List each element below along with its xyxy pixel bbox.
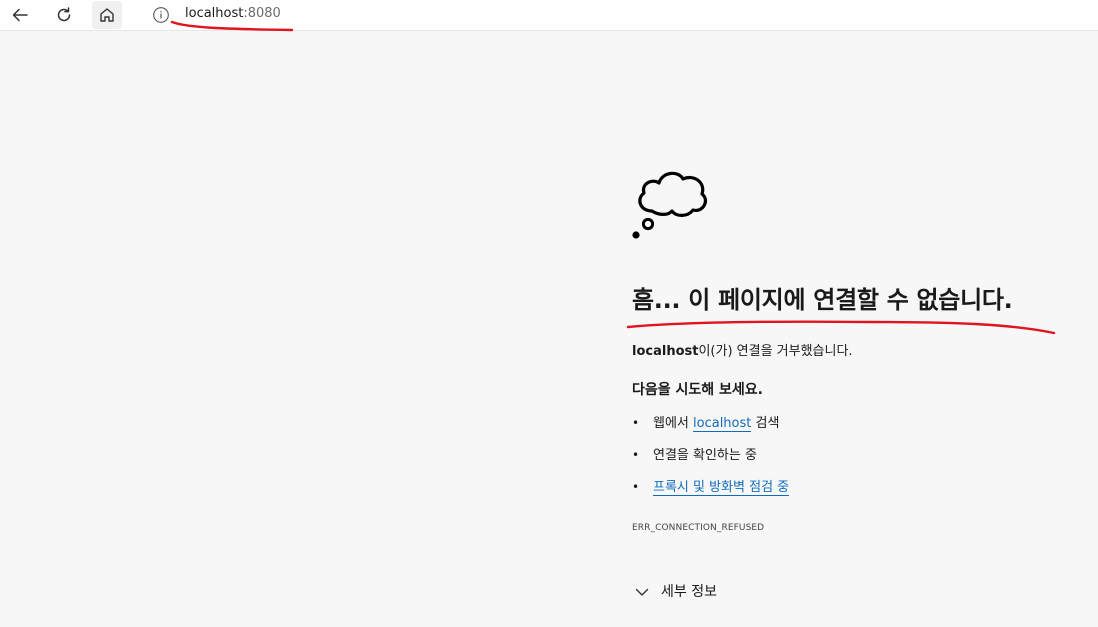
search-localhost-link[interactable]: localhost <box>693 416 752 432</box>
url-text[interactable]: localhost:8080 <box>185 6 281 22</box>
arrow-left-icon <box>12 8 28 22</box>
url-port: :8080 <box>243 6 281 21</box>
address-bar[interactable] <box>137 0 1098 29</box>
url-host: localhost <box>185 6 244 21</box>
search-prefix: 웹에서 <box>653 416 694 431</box>
refresh-button[interactable] <box>49 1 79 29</box>
error-title: 흠... 이 페이지에 연결할 수 없습니다. <box>632 286 1013 314</box>
try-heading: 다음을 시도해 보세요. <box>632 382 763 398</box>
error-code: ERR_CONNECTION_REFUSED <box>632 523 765 533</box>
browser-toolbar: localhost:8080 <box>0 0 1098 31</box>
details-toggle[interactable]: 세부 정보 <box>634 582 717 602</box>
search-suffix: 검색 <box>751 416 780 431</box>
suggestion-search: • 웹에서 localhost 검색 <box>632 414 779 433</box>
bullet: • <box>632 416 640 430</box>
back-button[interactable] <box>5 1 35 29</box>
bullet: • <box>632 480 640 494</box>
refused-message: localhost이(가) 연결을 거부했습니다. <box>632 343 853 361</box>
home-button[interactable] <box>92 1 122 29</box>
bullet: • <box>632 448 640 462</box>
proxy-firewall-link[interactable]: 프록시 및 방화벽 점검 중 <box>653 480 790 496</box>
details-label: 세부 정보 <box>661 584 717 600</box>
refresh-icon <box>57 7 71 22</box>
refused-host: localhost <box>632 344 699 359</box>
check-connection-text: 연결을 확인하는 중 <box>653 448 757 463</box>
thought-cloud-icon <box>632 171 707 239</box>
refused-suffix: 이(가) 연결을 거부했습니다. <box>698 344 853 359</box>
suggestion-proxy-firewall: • 프록시 및 방화벽 점검 중 <box>632 478 790 497</box>
title-annotation-underline <box>626 320 1056 335</box>
suggestion-check-connection: • 연결을 확인하는 중 <box>632 446 757 465</box>
chevron-down-icon <box>635 588 649 596</box>
info-icon[interactable] <box>152 6 170 24</box>
home-icon <box>100 8 114 22</box>
